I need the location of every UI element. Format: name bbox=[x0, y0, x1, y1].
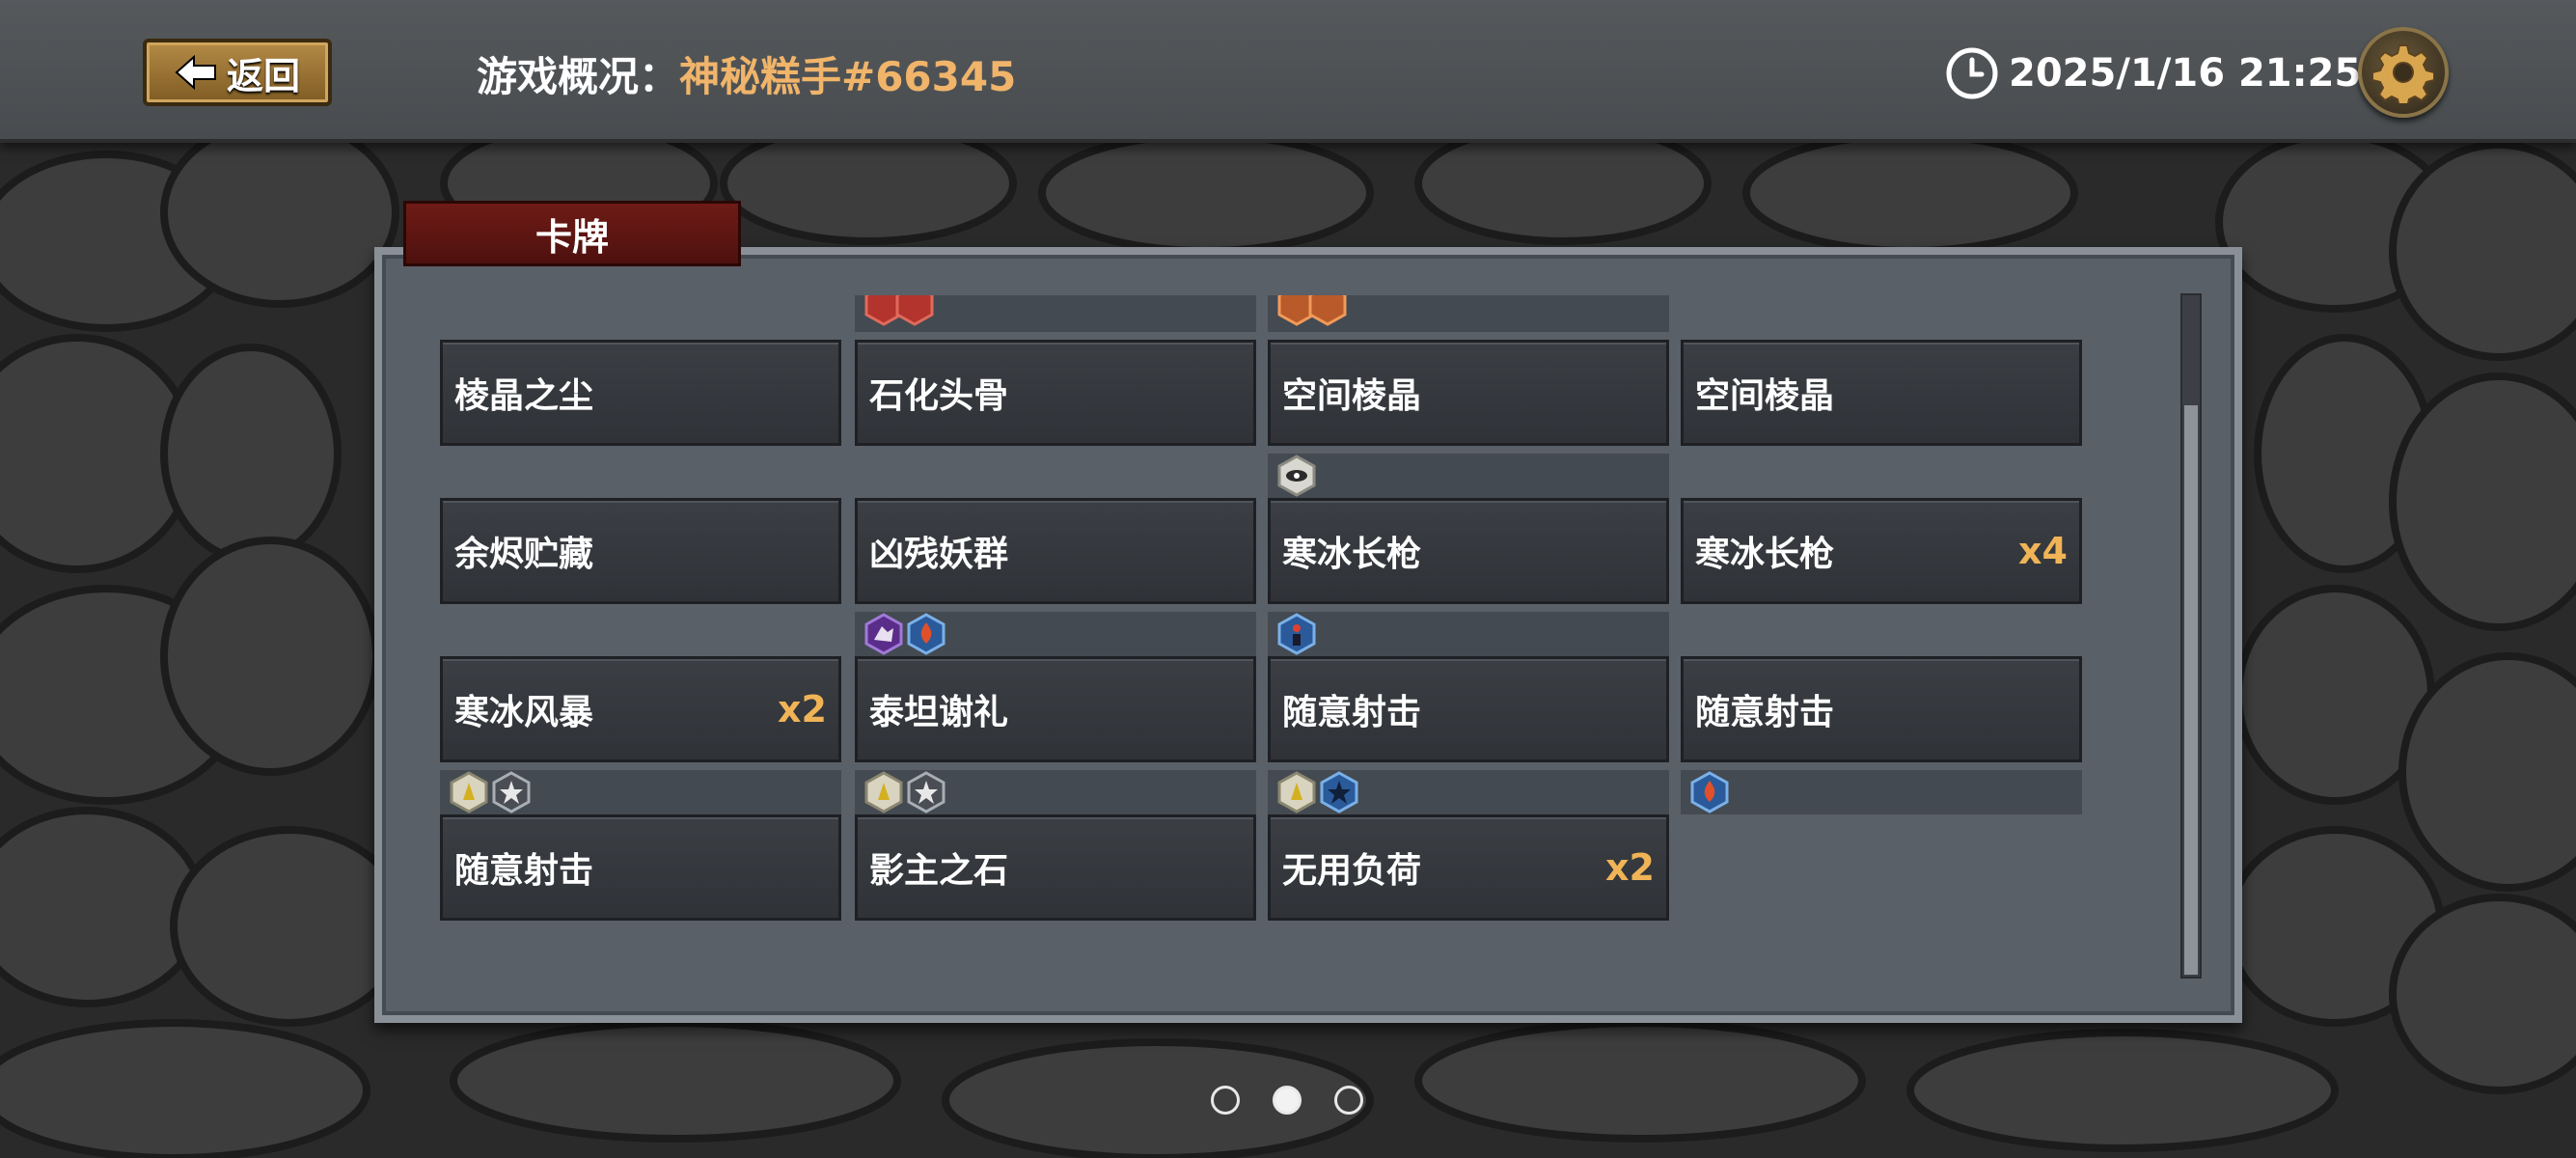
red-rune-icon bbox=[895, 295, 934, 326]
tab-cards[interactable]: 卡牌 bbox=[403, 201, 741, 266]
page-dot-3[interactable] bbox=[1334, 1086, 1363, 1115]
card-name: 空间棱晶 bbox=[1695, 376, 1835, 416]
orange-rune-icon bbox=[1308, 295, 1347, 326]
card-item[interactable]: 寒冰长枪 bbox=[1268, 498, 1669, 604]
card-item[interactable]: 无用负荷 x2 bbox=[1268, 814, 1669, 921]
card-name: 余烬贮藏 bbox=[454, 535, 594, 574]
card-item[interactable]: 寒冰长枪 x4 bbox=[1681, 498, 2082, 604]
eye-hex-icon bbox=[1277, 455, 1316, 497]
icon-strip bbox=[1268, 612, 1669, 656]
icon-strip bbox=[1681, 770, 2082, 814]
card-name: 随意射击 bbox=[1695, 693, 1835, 732]
card-count: x2 bbox=[778, 688, 827, 731]
card-name: 寒冰风暴 bbox=[454, 693, 594, 732]
purple-beast-hex-icon bbox=[864, 613, 903, 655]
title-label: 游戏概况： bbox=[477, 52, 680, 100]
card-item[interactable]: 余烬贮藏 bbox=[440, 498, 841, 604]
silver-star-hex-icon bbox=[907, 771, 945, 813]
gold-figure-hex-icon bbox=[864, 771, 903, 813]
card-name: 无用负荷 bbox=[1282, 851, 1422, 891]
blue-figure-hex-icon bbox=[1277, 613, 1316, 655]
card-name: 影主之石 bbox=[869, 851, 1009, 891]
blue-fire-hex-icon bbox=[1690, 771, 1729, 813]
card-name: 随意射击 bbox=[454, 851, 594, 891]
icon-strip bbox=[1268, 295, 1669, 332]
icon-strip bbox=[1268, 770, 1669, 814]
card-count: x2 bbox=[1605, 846, 1655, 889]
card-name: 随意射击 bbox=[1282, 693, 1422, 732]
card-item[interactable]: 影主之石 bbox=[855, 814, 1256, 921]
card-item[interactable]: 随意射击 bbox=[440, 814, 841, 921]
icon-strip bbox=[855, 295, 1256, 332]
back-button-label: 返回 bbox=[226, 54, 300, 97]
game-datetime: 2025/1/16 21:25 bbox=[1945, 42, 2361, 104]
arrow-left-icon bbox=[175, 55, 216, 90]
scrollbar-thumb[interactable] bbox=[2184, 405, 2198, 975]
icon-strip bbox=[855, 770, 1256, 814]
gold-figure-hex-icon bbox=[450, 771, 488, 813]
page-title: 游戏概况： 神秘糕手#66345 bbox=[477, 44, 1016, 102]
page-dot-2[interactable] bbox=[1273, 1086, 1302, 1115]
page-dot-1[interactable] bbox=[1211, 1086, 1240, 1115]
card-item[interactable]: 随意射击 bbox=[1268, 656, 1669, 762]
settings-button[interactable] bbox=[2358, 27, 2449, 118]
icon-strip bbox=[855, 612, 1256, 656]
card-item[interactable]: 棱晶之尘 bbox=[440, 340, 841, 446]
card-name: 石化头骨 bbox=[869, 376, 1009, 416]
card-item[interactable]: 寒冰风暴 x2 bbox=[440, 656, 841, 762]
card-grid[interactable]: 棱晶之尘 石化头骨 空间棱晶 空间棱晶 余烬贮藏 凶残妖群 寒冰长枪 寒冰长枪 … bbox=[440, 295, 2088, 977]
card-item[interactable]: 石化头骨 bbox=[855, 340, 1256, 446]
card-item[interactable]: 凶残妖群 bbox=[855, 498, 1256, 604]
silver-star-hex-icon bbox=[492, 771, 531, 813]
gold-figure-hex-icon bbox=[1277, 771, 1316, 813]
card-name: 棱晶之尘 bbox=[454, 376, 594, 416]
clock-icon bbox=[1946, 47, 1998, 99]
card-item[interactable]: 随意射击 bbox=[1681, 656, 2082, 762]
blue-fire-hex-icon bbox=[907, 613, 945, 655]
card-count: x4 bbox=[2018, 530, 2068, 572]
icon-strip bbox=[1268, 454, 1669, 498]
card-name: 寒冰长枪 bbox=[1282, 535, 1422, 574]
datetime-text: 2025/1/16 21:25 bbox=[2009, 51, 2362, 96]
back-button[interactable]: 返回 bbox=[143, 39, 332, 106]
card-item[interactable]: 泰坦谢礼 bbox=[855, 656, 1256, 762]
top-bar: 返回 游戏概况： 神秘糕手#66345 2025/1/16 21:25 bbox=[0, 0, 2576, 143]
player-name: 神秘糕手#66345 bbox=[679, 52, 1017, 100]
card-name: 寒冰长枪 bbox=[1695, 535, 1835, 574]
card-name: 凶残妖群 bbox=[869, 535, 1009, 574]
gear-icon bbox=[2372, 44, 2434, 103]
card-name: 空间棱晶 bbox=[1282, 376, 1422, 416]
icon-strip bbox=[440, 770, 841, 814]
card-item[interactable]: 空间棱晶 bbox=[1268, 340, 1669, 446]
card-item[interactable]: 空间棱晶 bbox=[1681, 340, 2082, 446]
card-name: 泰坦谢礼 bbox=[869, 693, 1009, 732]
blue-star-hex-icon bbox=[1320, 771, 1358, 813]
